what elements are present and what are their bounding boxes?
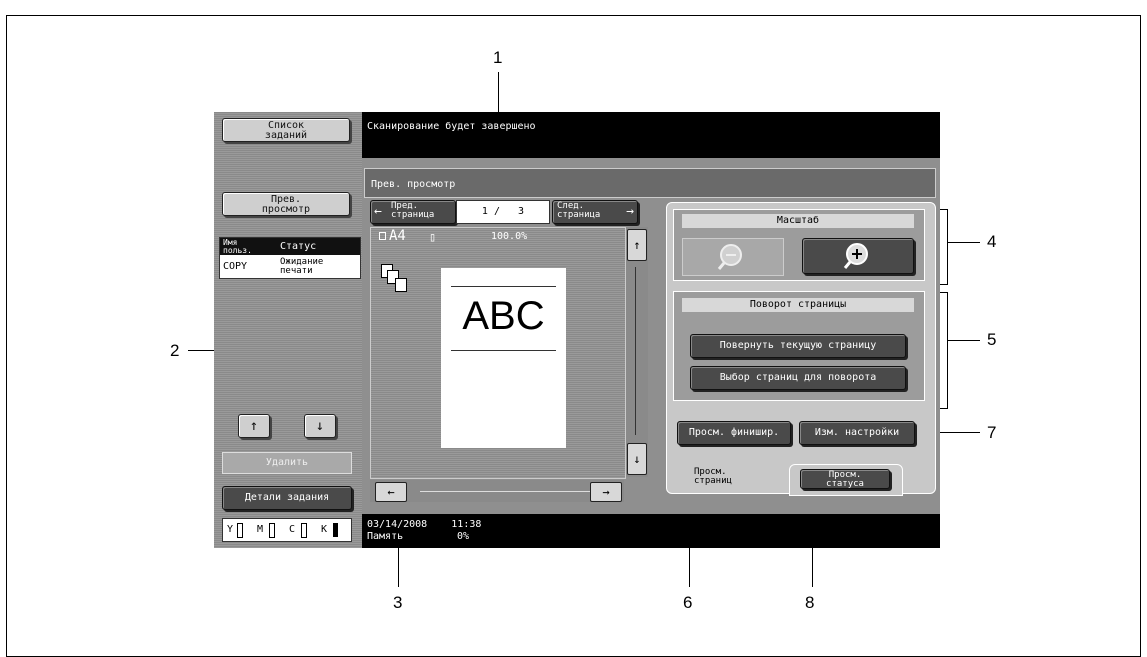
doc-icon bbox=[379, 232, 386, 240]
prev-page-button[interactable]: ← Пред. страница bbox=[370, 200, 456, 224]
scroll-up-button[interactable]: ↑ bbox=[238, 414, 270, 438]
duplex-icon bbox=[381, 264, 411, 294]
callout-1: 1 bbox=[493, 48, 503, 67]
scroll-up-arrow[interactable]: ↑ bbox=[627, 229, 647, 261]
tab-view-status-container: Просм. статуса bbox=[789, 464, 903, 496]
delete-button[interactable]: Удалить bbox=[222, 452, 352, 474]
prev-page-label: Пред. страница bbox=[391, 201, 435, 220]
rotate-select-button[interactable]: Выбор страниц для поворота bbox=[690, 366, 906, 390]
scroll-down-button[interactable]: ↓ bbox=[304, 414, 336, 438]
callout-8: 8 bbox=[805, 593, 815, 612]
left-arrow-icon: ← bbox=[374, 204, 382, 219]
datetime: 03/14/2008 11:38 bbox=[367, 519, 482, 530]
zoom-in-button[interactable] bbox=[802, 238, 914, 274]
zoom-group: Масштаб bbox=[673, 209, 925, 281]
tab-view-pages[interactable]: Просм. страниц bbox=[694, 468, 794, 486]
callout-5: 5 bbox=[987, 330, 997, 349]
toner-k-bar bbox=[333, 523, 338, 537]
rotate-group: Поворот страницы Повернуть текущую стран… bbox=[673, 291, 925, 401]
toner-c-label: C bbox=[289, 524, 296, 535]
horizontal-scrollbar[interactable]: ← → bbox=[370, 480, 624, 502]
scroll-down-arrow[interactable]: ↓ bbox=[627, 443, 647, 475]
change-settings-button[interactable]: Изм. настройки bbox=[799, 421, 915, 445]
memory-value: 0% bbox=[457, 531, 470, 542]
tab-view-status[interactable]: Просм. статуса bbox=[800, 469, 890, 489]
callout-4: 4 bbox=[987, 232, 997, 251]
next-page-button[interactable]: След. страница → bbox=[552, 200, 638, 224]
right-panel: Масштаб Поворот страницы Повернуть текущ… bbox=[666, 202, 936, 494]
magnifier-minus-icon bbox=[717, 244, 742, 270]
callout-5-bracket bbox=[947, 292, 948, 408]
control-panel-screen: Список заданий Прев. просмотр Имя польз.… bbox=[214, 112, 940, 548]
toner-m-label: M bbox=[257, 524, 264, 535]
portrait-icon: ▯ bbox=[429, 230, 437, 244]
left-panel bbox=[214, 112, 362, 548]
scan-message: Сканирование будет завершено bbox=[367, 121, 536, 132]
zoom-out-button[interactable] bbox=[682, 238, 784, 276]
preview-button[interactable]: Прев. просмотр bbox=[222, 192, 350, 216]
job-list-button[interactable]: Список заданий bbox=[222, 118, 350, 142]
page-counter: 1 / 3 bbox=[456, 200, 550, 224]
page-thumbnail: ABC bbox=[441, 268, 566, 448]
vertical-scrollbar[interactable]: ↑ ↓ bbox=[626, 227, 648, 477]
magnifier-plus-icon bbox=[843, 243, 868, 269]
callout-3: 3 bbox=[393, 593, 403, 612]
header-user: Имя польз. bbox=[223, 238, 252, 255]
message-bar: Сканирование будет завершено bbox=[362, 112, 940, 158]
toner-c-bar bbox=[301, 523, 307, 538]
job-details-button[interactable]: Детали задания bbox=[222, 486, 352, 510]
callout-4-bracket bbox=[947, 209, 948, 284]
callout-7: 7 bbox=[987, 423, 997, 442]
memory-label: Память bbox=[367, 531, 404, 542]
preview-area: A4 ▯ 100.0% ABC bbox=[370, 227, 626, 479]
toner-y-label: Y bbox=[227, 524, 234, 535]
toner-k-label: K bbox=[321, 524, 328, 535]
status-bar: 03/14/2008 11:38 Память 0% bbox=[362, 514, 940, 548]
callout-6: 6 bbox=[683, 593, 693, 612]
row-user[interactable]: COPY bbox=[223, 262, 247, 272]
toner-m-bar bbox=[269, 523, 275, 538]
rotate-current-button[interactable]: Повернуть текущую страницу bbox=[690, 334, 906, 358]
callout-5-line bbox=[948, 340, 980, 341]
job-table: Имя польз. Статус COPY Ожидание печати bbox=[219, 237, 361, 279]
toner-levels: Y M C K bbox=[222, 518, 352, 542]
preview-header: Прев. просмотр bbox=[364, 168, 936, 198]
scroll-left-arrow[interactable]: ← bbox=[375, 482, 407, 502]
right-arrow-icon: → bbox=[626, 204, 634, 219]
rotate-title: Поворот страницы bbox=[682, 298, 914, 312]
next-page-label: След. страница bbox=[557, 201, 601, 220]
toner-y-bar bbox=[237, 523, 243, 538]
page-text: ABC bbox=[462, 294, 545, 338]
scroll-right-arrow[interactable]: → bbox=[590, 482, 622, 502]
preview-title: Прев. просмотр bbox=[371, 179, 456, 190]
paper-size: A4 bbox=[389, 228, 406, 244]
view-finishing-button[interactable]: Просм. финишир. bbox=[677, 421, 791, 445]
zoom-title: Масштаб bbox=[682, 214, 914, 228]
row-status[interactable]: Ожидание печати bbox=[280, 258, 323, 276]
header-status: Статус bbox=[280, 241, 317, 252]
callout-4-line bbox=[948, 242, 980, 243]
zoom-percent: 100.0% bbox=[491, 231, 528, 242]
callout-2: 2 bbox=[170, 341, 180, 360]
